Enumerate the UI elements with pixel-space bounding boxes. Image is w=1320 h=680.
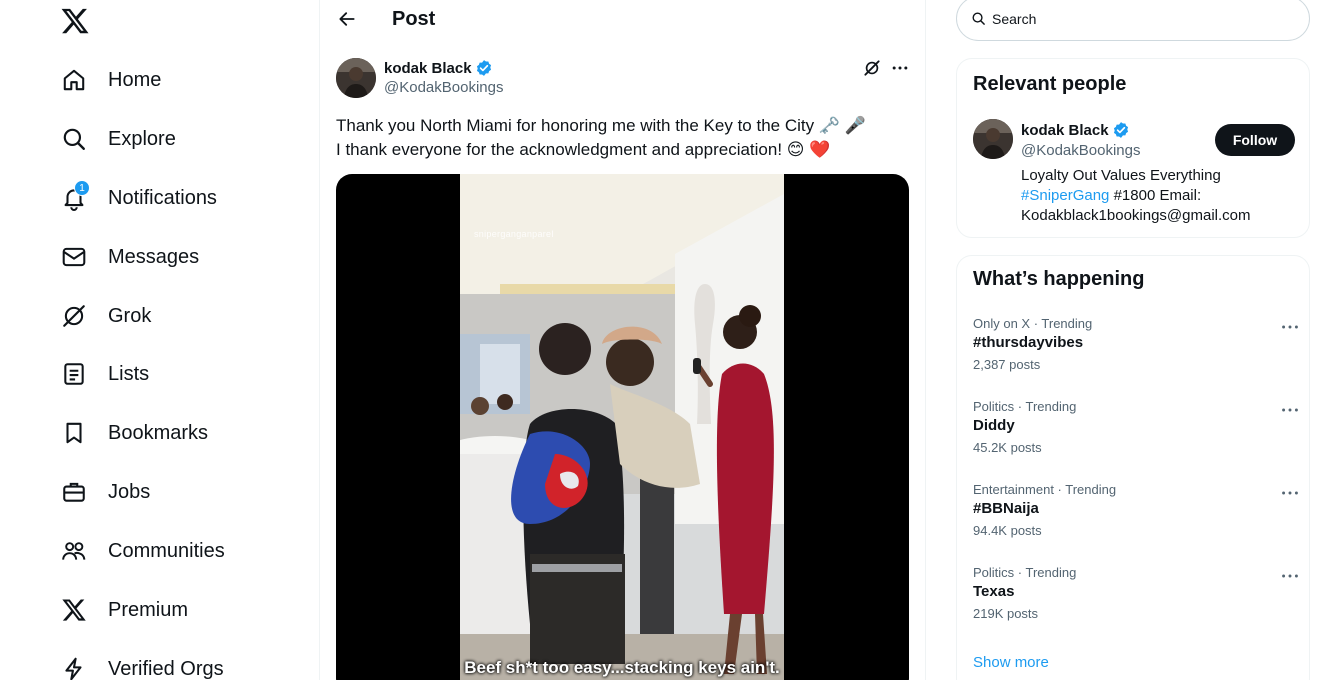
author-name-row[interactable]: kodak Black <box>384 59 493 77</box>
nav-label-grok: Grok <box>108 304 152 327</box>
trend-name: #BBNaija <box>973 500 1039 517</box>
trend-count: 2,387 posts <box>973 357 1041 372</box>
notification-badge: 1 <box>74 180 90 196</box>
more-options-icon[interactable] <box>1279 565 1301 587</box>
relevant-person-handle[interactable]: @KodakBookings <box>1021 142 1140 159</box>
bio-line-3: Kodakblack1bookings@gmail.com <box>1021 207 1251 224</box>
nav-label-messages: Messages <box>108 245 200 268</box>
avatar[interactable] <box>336 58 376 98</box>
briefcase-icon <box>58 476 90 508</box>
post-line-1-text: Thank you North Miami for honoring me wi… <box>336 116 815 135</box>
nav-label-home: Home <box>108 68 162 91</box>
avatar[interactable] <box>973 119 1013 159</box>
author-handle[interactable]: @KodakBookings <box>384 79 503 96</box>
nav-label-bookmarks: Bookmarks <box>108 421 209 444</box>
bio-line-2-text: #1800 Email: <box>1109 187 1202 204</box>
show-more-link[interactable]: Show more <box>973 654 1049 671</box>
grok-explain-icon[interactable] <box>862 58 884 80</box>
relevant-people-panel: Relevant people kodak Black @KodakBookin… <box>956 58 1310 238</box>
page-title: Post <box>392 8 436 30</box>
nav-bookmarks[interactable]: Bookmarks <box>58 411 208 455</box>
follow-button[interactable]: Follow <box>1215 124 1295 156</box>
relevant-person-name[interactable]: kodak Black <box>1021 122 1109 139</box>
trend-name: #thursdayvibes <box>973 334 1084 351</box>
relevant-people-title: Relevant people <box>973 73 1127 95</box>
relevant-person-name-row[interactable]: kodak Black <box>1021 121 1130 139</box>
nav-notifications[interactable]: 1 Notifications <box>58 176 217 220</box>
bookmark-icon <box>58 417 90 449</box>
bio-hashtag-link[interactable]: #SniperGang <box>1021 187 1109 204</box>
more-options-icon[interactable] <box>1279 316 1301 338</box>
more-options-icon[interactable] <box>1279 482 1301 504</box>
relevant-person-bio: Loyalty Out Values Everything #SniperGan… <box>1021 166 1301 226</box>
nav-premium[interactable]: Premium <box>58 588 188 632</box>
trend-count: 219K posts <box>973 606 1039 621</box>
trend-item[interactable]: Politics · Trending Texas 219K posts <box>973 565 1298 635</box>
nav-grok[interactable]: Grok <box>58 294 151 338</box>
trend-item[interactable]: Politics · Trending Diddy 45.2K posts <box>973 399 1298 469</box>
key-microphone-emoji: 🗝️ 🎤 <box>818 116 866 135</box>
verified-badge-icon <box>476 60 491 76</box>
trend-name: Texas <box>973 583 1015 600</box>
nav-jobs[interactable]: Jobs <box>58 470 150 514</box>
post-line-2-text: I thank everyone for the acknowledgment … <box>336 140 783 159</box>
nav-explore[interactable]: Explore <box>58 117 176 161</box>
search-input[interactable]: Search <box>956 0 1310 41</box>
nav-lists[interactable]: Lists <box>58 352 149 396</box>
nav-verified-orgs[interactable]: Verified Orgs <box>58 647 224 680</box>
trend-item[interactable]: Entertainment · Trending #BBNaija 94.4K … <box>973 482 1298 552</box>
video-caption: Beef sh*t too easy...stacking keys ain't… <box>464 658 780 677</box>
nav-label-premium: Premium <box>108 598 189 621</box>
more-options-icon[interactable] <box>890 58 912 80</box>
author-name[interactable]: kodak Black <box>384 60 472 77</box>
nav-label-jobs: Jobs <box>108 480 151 503</box>
bio-line-1: Loyalty Out Values Everything <box>1021 167 1221 184</box>
x-logo-icon <box>58 594 90 626</box>
trend-count: 45.2K posts <box>973 440 1042 455</box>
trend-name: Diddy <box>973 417 1015 434</box>
nav-label-verified-orgs: Verified Orgs <box>108 657 224 680</box>
nav-label-communities: Communities <box>108 539 225 562</box>
whats-happening-panel: What’s happening Only on X · Trending #t… <box>956 255 1310 680</box>
nav-communities[interactable]: Communities <box>58 529 225 573</box>
video-player[interactable]: sniperganganparel Beef sh*t too easy...s… <box>336 174 909 680</box>
nav-messages[interactable]: Messages <box>58 235 199 279</box>
bio-line-2: #SniperGang #1800 Email: <box>1021 186 1301 206</box>
x-logo-icon[interactable] <box>60 6 90 36</box>
search-icon <box>58 123 90 155</box>
nav-home[interactable]: Home <box>58 58 161 102</box>
video-still-image <box>460 174 784 680</box>
post-text: Thank you North Miami for honoring me wi… <box>336 114 906 162</box>
people-icon <box>58 535 90 567</box>
trend-item[interactable]: Only on X · Trending #thursdayvibes 2,38… <box>973 316 1298 386</box>
home-icon <box>58 64 90 96</box>
grok-icon <box>58 300 90 332</box>
trend-count: 94.4K posts <box>973 523 1042 538</box>
left-sidebar: Home Explore 1 Notifications Messages Gr… <box>0 0 320 680</box>
trend-meta: Politics · Trending <box>973 399 1077 414</box>
post-column: Post kodak Black @KodakBookings Thank yo… <box>320 0 926 680</box>
bell-icon: 1 <box>58 180 90 214</box>
smile-heart-emoji: 😊 ❤️ <box>786 140 831 159</box>
verified-badge-icon <box>1113 122 1128 138</box>
whats-happening-title: What’s happening <box>973 268 1145 290</box>
list-icon <box>58 358 90 390</box>
nav-label-notifications: Notifications <box>108 186 217 209</box>
trend-meta: Only on X · Trending <box>973 316 1093 331</box>
trend-meta: Entertainment · Trending <box>973 482 1117 497</box>
more-options-icon[interactable] <box>1279 399 1301 421</box>
search-placeholder: Search <box>992 10 1037 27</box>
lightning-icon <box>58 653 90 680</box>
video-watermark: sniperganganparel <box>474 229 554 239</box>
video-frame[interactable]: sniperganganparel Beef sh*t too easy...s… <box>460 174 784 680</box>
post-text-line-2: I thank everyone for the acknowledgment … <box>336 138 906 162</box>
right-sidebar: Search Relevant people kodak Black @Koda… <box>926 0 1320 680</box>
nav-label-explore: Explore <box>108 127 176 150</box>
nav-label-lists: Lists <box>108 362 150 385</box>
back-arrow-icon[interactable] <box>334 6 360 32</box>
post-text-line-1: Thank you North Miami for honoring me wi… <box>336 114 906 138</box>
search-icon <box>972 12 985 25</box>
trend-meta: Politics · Trending <box>973 565 1077 580</box>
envelope-icon <box>58 241 90 273</box>
